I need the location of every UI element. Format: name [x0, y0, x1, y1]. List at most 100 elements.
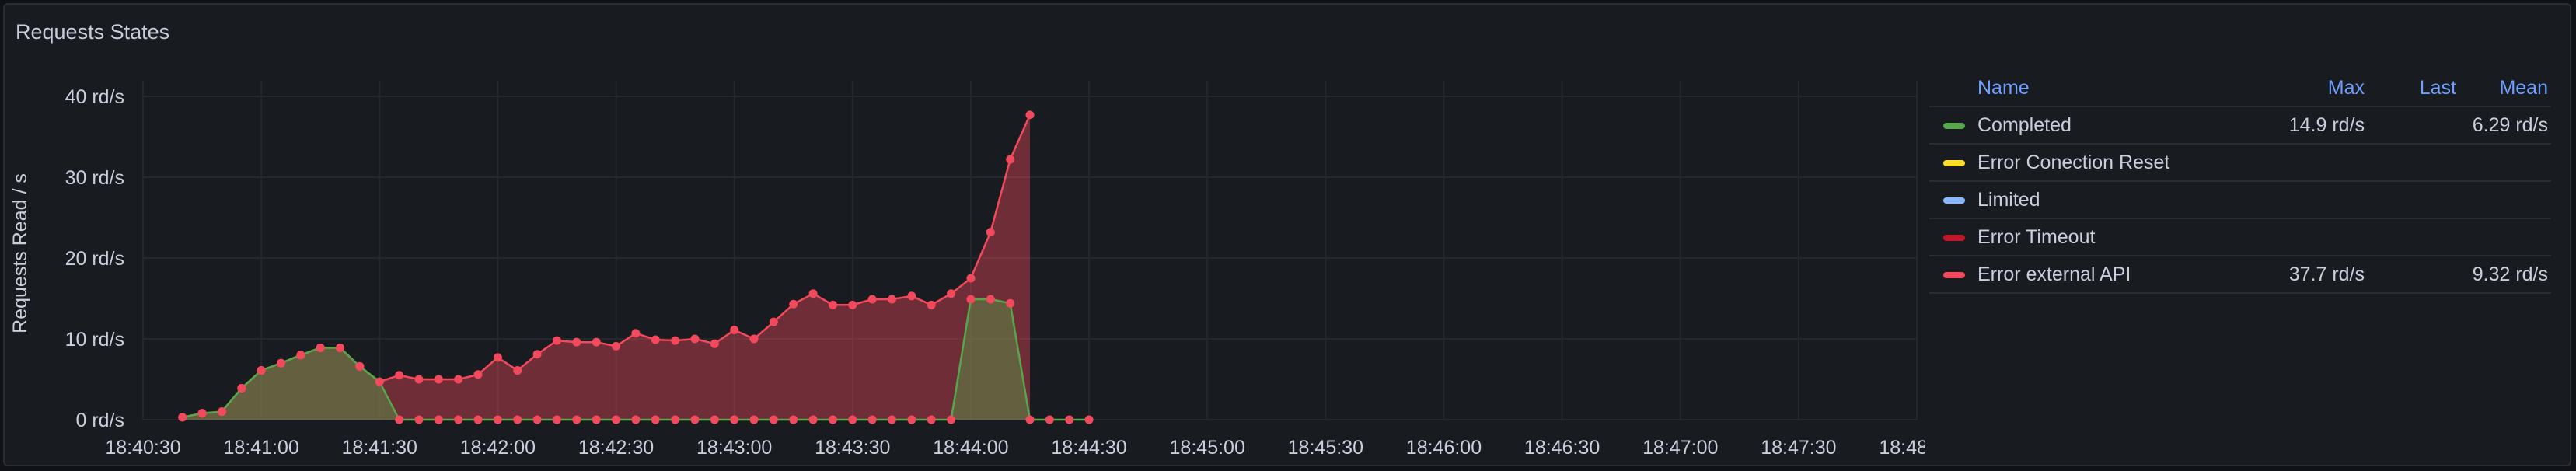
legend-color-swatch [1943, 271, 1965, 278]
data-point [907, 415, 916, 424]
data-point [375, 377, 384, 386]
y-axis: 0 rd/s 10 rd/s 20 rd/s 30 rd/s 40 rd/s [65, 86, 124, 431]
data-point [473, 370, 483, 379]
legend-row[interactable]: Error Timeout [1929, 218, 2551, 256]
data-point [947, 289, 956, 298]
legend-last-value [2368, 256, 2459, 294]
y-tick-label: 30 rd/s [65, 167, 124, 189]
legend-max-value [2276, 181, 2368, 219]
x-tick-label: 18:47:30 [1761, 437, 1836, 459]
y-tick-label: 0 rd/s [75, 410, 124, 431]
data-point [1045, 415, 1054, 424]
data-point [828, 415, 837, 424]
legend-last-value [2368, 181, 2459, 219]
legend-header-last[interactable]: Last [2368, 70, 2459, 107]
series-areas [182, 114, 1090, 420]
x-tick-label: 18:47:00 [1642, 437, 1718, 459]
data-point [1006, 155, 1015, 164]
data-point [828, 300, 837, 309]
data-point [730, 326, 739, 335]
legend-color-swatch [1943, 197, 1965, 204]
legend-header-mean[interactable]: Mean [2459, 70, 2551, 107]
data-point [867, 415, 877, 424]
data-point [217, 407, 226, 417]
data-point [888, 415, 897, 424]
x-tick-label: 18:44:00 [933, 437, 1008, 459]
x-tick-label: 18:48:00 [1879, 437, 1925, 459]
data-point [296, 351, 305, 360]
legend-table: Name Max Last Mean Completed 14.9 rd/s 6.2… [1929, 70, 2551, 294]
data-point [532, 415, 542, 424]
legend-series-name-cell: Error Conection Reset [1929, 144, 2276, 182]
legend-max-value: 37.7 rd/s [2276, 256, 2368, 294]
data-point [651, 415, 660, 424]
data-point [690, 334, 700, 344]
data-point [789, 299, 798, 309]
legend-max-value [2276, 144, 2368, 182]
data-point [749, 334, 759, 344]
data-point [414, 375, 424, 384]
y-tick-label: 40 rd/s [65, 86, 124, 108]
data-point [1006, 298, 1015, 308]
data-point [336, 343, 345, 352]
timeseries-chart: 0 rd/s 10 rd/s 20 rd/s 30 rd/s 40 rd/s 18:40… [9, 81, 1925, 459]
legend-series-name[interactable]: Error Timeout [1977, 226, 2095, 248]
data-point [237, 383, 246, 392]
legend-color-swatch [1943, 159, 1965, 166]
data-point [651, 335, 660, 344]
data-point [473, 415, 483, 424]
data-point [927, 415, 936, 424]
data-point [710, 339, 719, 348]
data-point [631, 329, 641, 338]
data-point [867, 295, 877, 304]
y-axis-label: Requests Read / s [9, 173, 31, 333]
data-point [592, 337, 601, 347]
x-tick-label: 18:46:00 [1406, 437, 1482, 459]
legend-series-name[interactable]: Limited [1977, 189, 2040, 211]
data-point [572, 415, 581, 424]
legend-series-name[interactable]: Error external API [1977, 263, 2131, 285]
data-point [513, 415, 522, 424]
data-point [966, 274, 976, 283]
legend-row[interactable]: Error Conection Reset [1929, 144, 2551, 182]
data-point [789, 415, 798, 424]
legend-max-value [2276, 218, 2368, 256]
legend-series-name-cell: Error Timeout [1929, 218, 2276, 256]
legend-row[interactable]: Error external API 37.7 rd/s 9.32 rd/s [1929, 256, 2551, 294]
data-point [592, 415, 601, 424]
data-point [808, 415, 818, 424]
legend-color-swatch [1943, 234, 1965, 241]
x-tick-label: 18:45:30 [1288, 437, 1363, 459]
data-point [947, 415, 956, 424]
x-tick-label: 18:43:00 [696, 437, 772, 459]
data-point [612, 341, 621, 351]
y-tick-label: 20 rd/s [65, 248, 124, 270]
data-point [710, 415, 719, 424]
legend-row[interactable]: Limited [1929, 181, 2551, 219]
data-point [888, 295, 897, 304]
data-point [1025, 110, 1035, 120]
x-tick-label: 18:41:30 [342, 437, 417, 459]
data-point [434, 375, 443, 384]
x-tick-label: 18:44:30 [1051, 437, 1126, 459]
data-point [730, 415, 739, 424]
data-point [178, 413, 187, 422]
data-point [966, 295, 976, 304]
y-tick-label: 10 rd/s [65, 329, 124, 351]
legend-header: Name Max Last Mean [1929, 70, 2551, 107]
x-tick-label: 18:45:00 [1170, 437, 1245, 459]
legend-row[interactable]: Completed 14.9 rd/s 6.29 rd/s [1929, 106, 2551, 145]
legend-series-name[interactable]: Error Conection Reset [1977, 152, 2169, 173]
data-point [749, 415, 759, 424]
data-point [927, 300, 936, 309]
data-point [395, 415, 404, 424]
legend-series-name[interactable]: Completed [1977, 114, 2072, 136]
legend-header-max[interactable]: Max [2276, 70, 2368, 107]
legend-mean-value [2459, 144, 2551, 182]
legend-last-value [2368, 106, 2459, 145]
data-point [671, 336, 680, 345]
data-point [986, 295, 995, 304]
legend-header-name[interactable]: Name [1929, 70, 2276, 107]
data-point [276, 358, 285, 368]
x-tick-label: 18:42:30 [578, 437, 654, 459]
